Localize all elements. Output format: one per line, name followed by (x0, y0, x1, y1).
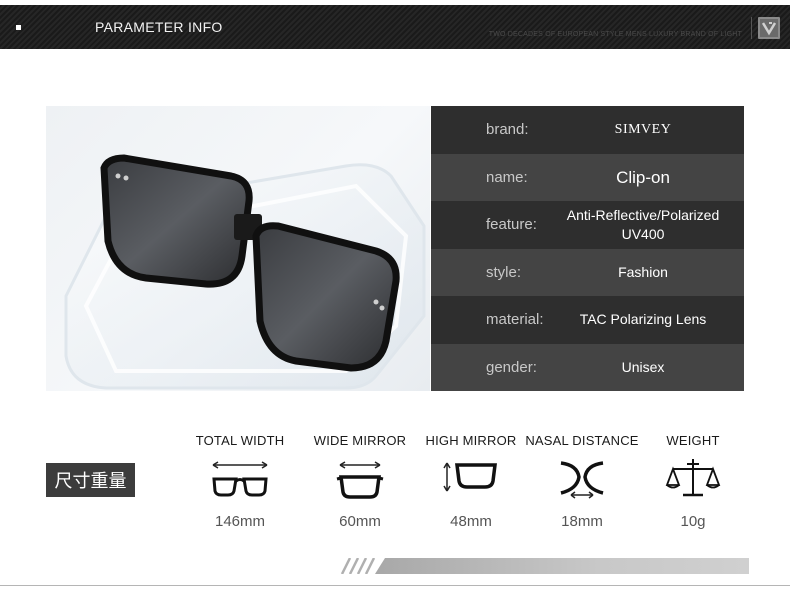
dimension-name: WEIGHT (666, 433, 720, 448)
param-label: feature: (486, 216, 537, 234)
param-value: Anti-Reflective/Polarized UV400 (566, 206, 720, 242)
weight-scale-icon (628, 457, 758, 507)
param-row-brand: brand: SIMVEY (431, 106, 744, 154)
param-row-style: style: Fashion (431, 248, 744, 296)
sunglasses-image (64, 154, 426, 390)
param-value: Fashion (618, 263, 668, 280)
header-bullet (16, 25, 21, 30)
param-label: gender: (486, 358, 537, 376)
dimension-name: TOTAL WIDTH (195, 433, 285, 448)
header-tagline: TWO DECADES OF EUROPEAN STYLE MENS LUXUR… (488, 31, 742, 38)
header-separator (751, 17, 752, 39)
param-label: material: (486, 311, 544, 329)
param-row-gender: gender: Unisex (431, 343, 744, 391)
dimension-value: 146mm (214, 513, 266, 530)
param-label: name: (486, 168, 528, 186)
header-bar: PARAMETER INFO TWO DECADES OF EUROPEAN S… (0, 5, 790, 49)
size-weight-badge: 尺寸重量 (46, 463, 135, 497)
param-value: SIMVEY (614, 122, 672, 138)
total-width-icon (175, 457, 305, 507)
param-row-name: name: Clip-on (431, 153, 744, 201)
dimension-value: 10g (680, 513, 706, 530)
parameter-table: brand: SIMVEY name: Clip-on feature: Ant… (431, 106, 744, 391)
footer-bar (375, 558, 749, 574)
param-value: Clip-on (616, 167, 670, 187)
footer-divider (0, 585, 790, 586)
dimension-total-width: TOTAL WIDTH 146mm (175, 433, 305, 530)
param-row-feature: feature: Anti-Reflective/Polarized UV400 (431, 201, 744, 249)
param-label: brand: (486, 121, 529, 139)
dimension-weight: WEIGHT 10g (628, 433, 758, 530)
param-label: style: (486, 263, 522, 281)
product-photo (46, 106, 430, 391)
param-row-material: material: TAC Polarizing Lens (431, 296, 744, 344)
header-title: PARAMETER INFO (95, 19, 223, 35)
param-value: TAC Polarizing Lens (579, 311, 707, 328)
footer-stripes (340, 557, 380, 575)
param-value: Unisex (621, 358, 665, 375)
brand-logo-icon (758, 17, 780, 39)
